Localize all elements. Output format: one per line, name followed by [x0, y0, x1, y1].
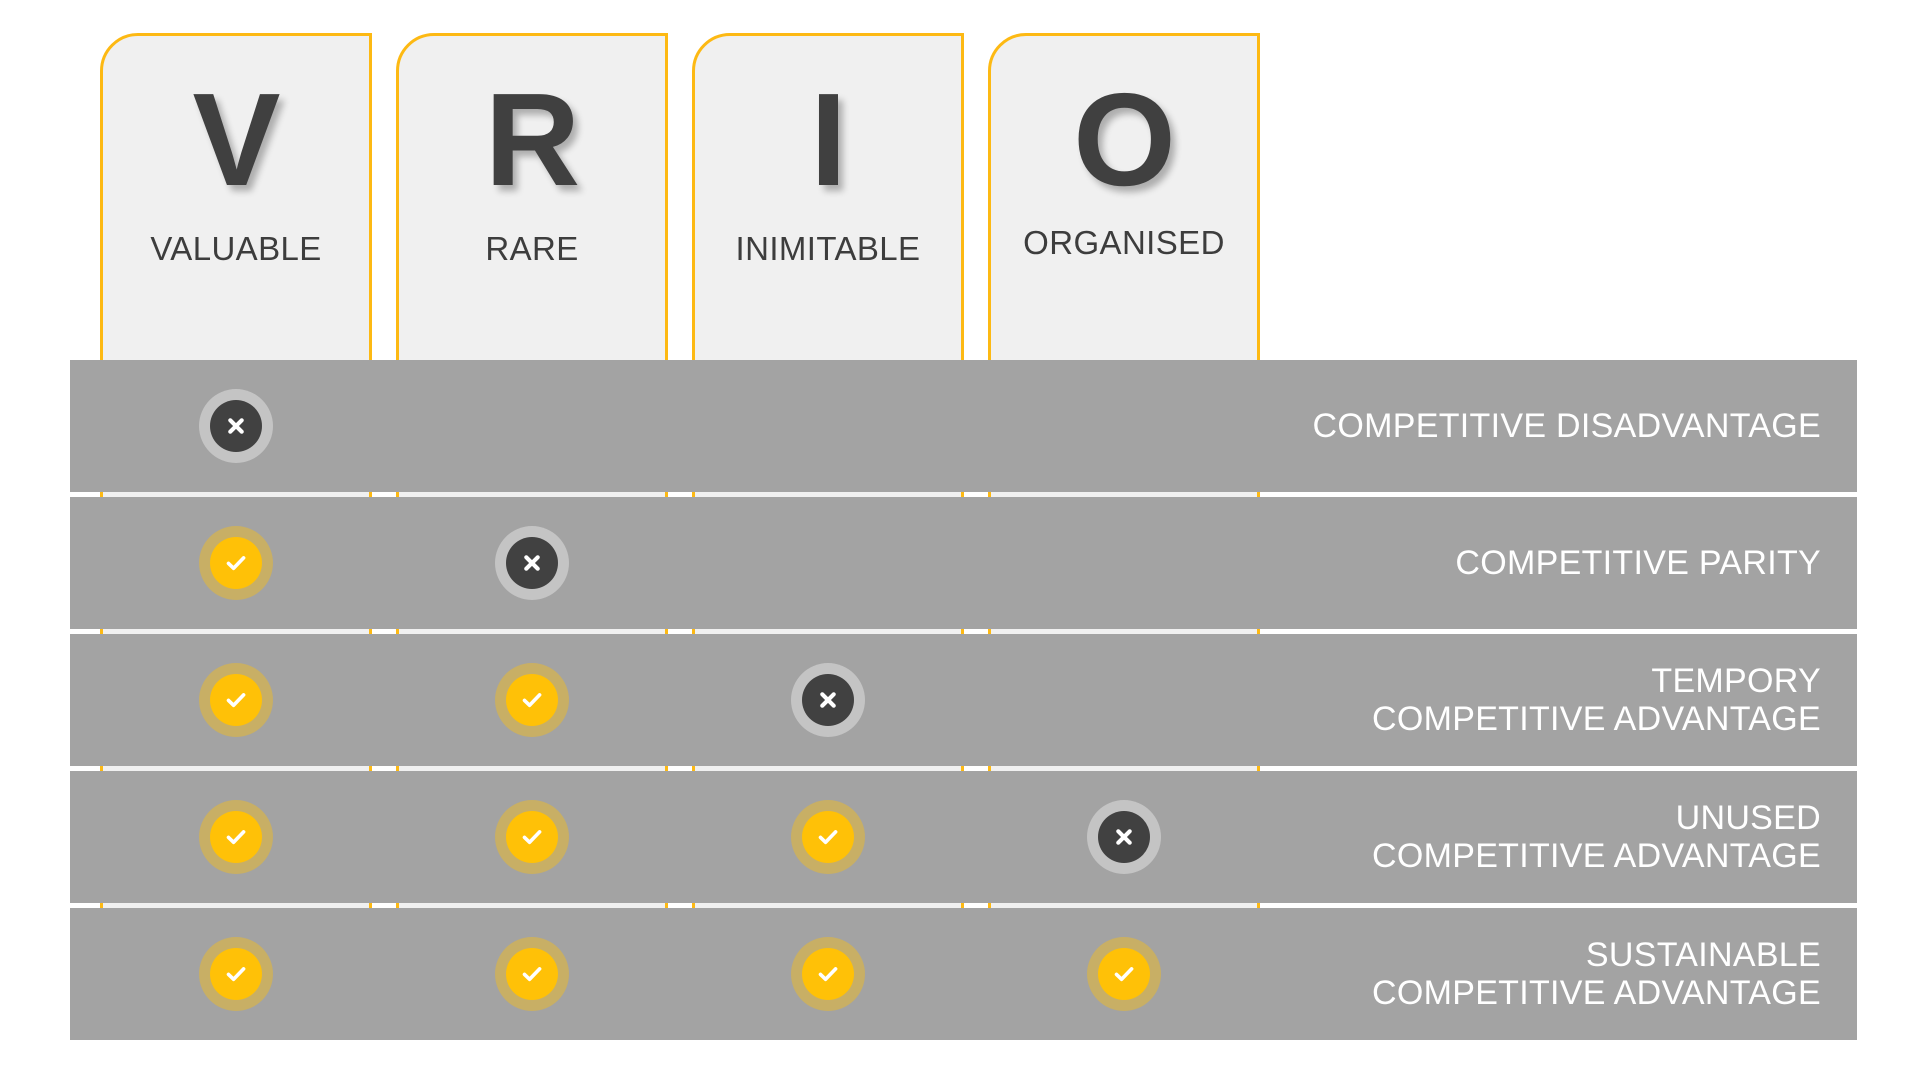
vrio-framework-diagram: V VALUABLE R RARE I INIMITABLE O ORGANISED COMP…: [0, 0, 1932, 1088]
vrio-result-label: UNUSED COMPETITIVE ADVANTAGE: [1372, 798, 1821, 875]
vrio-result-label: COMPETITIVE DISADVANTAGE: [1312, 406, 1821, 445]
check-icon: [495, 800, 569, 874]
cross-icon: [199, 389, 273, 463]
vrio-result-label: TEMPORY COMPETITIVE ADVANTAGE: [1372, 661, 1821, 738]
vrio-result-label: SUSTAINABLE COMPETITIVE ADVANTAGE: [1372, 935, 1821, 1012]
check-disc: [506, 948, 558, 1000]
cross-disc: [802, 674, 854, 726]
check-icon: [199, 526, 273, 600]
vrio-result-row: UNUSED COMPETITIVE ADVANTAGE: [70, 771, 1857, 903]
check-icon: [791, 937, 865, 1011]
vrio-result-label: COMPETITIVE PARITY: [1455, 543, 1821, 582]
cross-icon: [791, 663, 865, 737]
check-disc: [210, 537, 262, 589]
check-disc: [210, 811, 262, 863]
check-disc: [506, 674, 558, 726]
check-disc: [802, 948, 854, 1000]
check-disc: [210, 674, 262, 726]
vrio-result-row: TEMPORY COMPETITIVE ADVANTAGE: [70, 634, 1857, 766]
cross-icon: [495, 526, 569, 600]
check-disc: [1098, 948, 1150, 1000]
check-icon: [791, 800, 865, 874]
vrio-result-row: SUSTAINABLE COMPETITIVE ADVANTAGE: [70, 908, 1857, 1040]
check-disc: [210, 948, 262, 1000]
vrio-result-row: COMPETITIVE PARITY: [70, 497, 1857, 629]
cross-disc: [506, 537, 558, 589]
check-icon: [199, 663, 273, 737]
cross-disc: [1098, 811, 1150, 863]
cross-disc: [210, 400, 262, 452]
cross-icon: [1087, 800, 1161, 874]
check-icon: [199, 937, 273, 1011]
check-icon: [1087, 937, 1161, 1011]
check-icon: [495, 937, 569, 1011]
vrio-result-row: COMPETITIVE DISADVANTAGE: [70, 360, 1857, 492]
vrio-result-rows: COMPETITIVE DISADVANTAGE COMPETITIVE PARI…: [0, 0, 1932, 1088]
check-disc: [506, 811, 558, 863]
check-icon: [199, 800, 273, 874]
check-icon: [495, 663, 569, 737]
check-disc: [802, 811, 854, 863]
